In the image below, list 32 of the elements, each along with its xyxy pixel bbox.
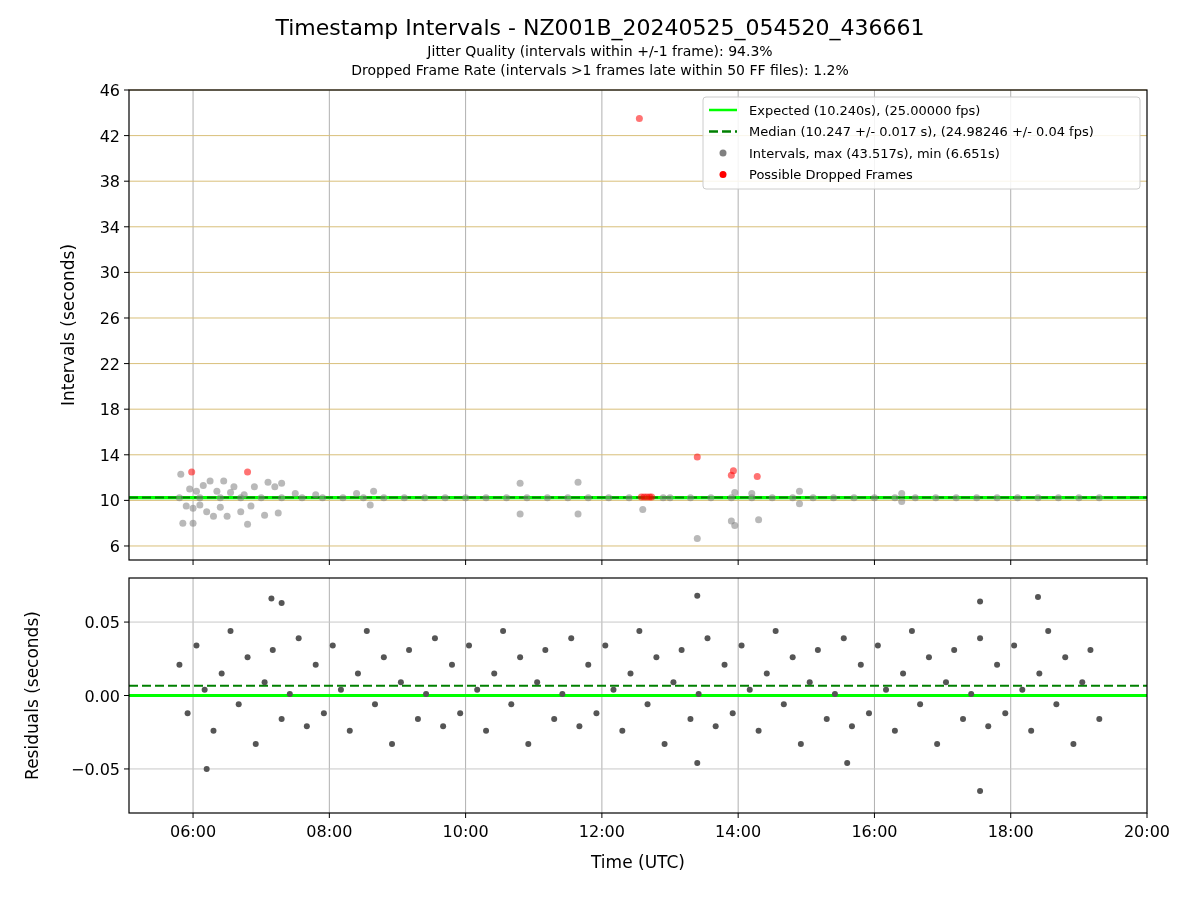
axis-tick-label: 20:00 — [1123, 822, 1171, 841]
legend-label: Median (10.247 +/- 0.017 s), (24.98246 +/- 0.04 fps) — [749, 124, 1094, 139]
axis-tick-label: 06:00 — [170, 822, 217, 841]
axis-tick-label: 34 — [99, 217, 120, 237]
axis-tick-label: 10:00 — [442, 822, 489, 841]
axis-tick-label: 46 — [99, 81, 120, 100]
axis-tick-label: 08:00 — [306, 822, 353, 841]
axis-tick-label: 0.05 — [84, 613, 120, 633]
axis-title: Intervals (seconds) — [58, 243, 78, 407]
axis-tick-label: 30 — [99, 263, 120, 283]
chart-subtitle: Dropped Frame Rate (intervals >1 frames late within 50 FF files): 1.2% — [351, 61, 849, 80]
legend-label: Intervals, max (43.517s), min (6.651s) — [749, 145, 1000, 161]
axis-tick-label: 14 — [99, 445, 120, 465]
axis-tick-label: 0.00 — [84, 686, 120, 706]
axis-tick-label: 6 — [109, 537, 120, 556]
axis-tick-label: 14:00 — [715, 822, 762, 841]
axis-tick-label: 12:00 — [578, 822, 625, 841]
axis-tick-label: 38 — [99, 172, 120, 192]
axis-tick-label: 22 — [99, 354, 120, 374]
legend-label: Possible Dropped Frames — [749, 167, 913, 182]
axis-tick-label: 16:00 — [851, 822, 898, 841]
axis-tick-label: 42 — [99, 126, 120, 146]
axis-title: Time (UTC) — [591, 852, 685, 872]
chart-subtitle: Jitter Quality (intervals within +/-1 frame): 94.3% — [427, 42, 773, 61]
chart-title: Timestamp Intervals - NZ001B_20240525_054520_436661 — [275, 14, 925, 42]
axis-tick-label: −0.05 — [70, 759, 120, 779]
axis-tick-label: 18:00 — [987, 822, 1034, 841]
legend-label: Expected (10.240s), (25.00000 fps) — [749, 102, 981, 118]
axis-title: Residuals (seconds) — [22, 611, 42, 780]
axis-tick-label: 18 — [99, 400, 120, 420]
axis-tick-label: 26 — [99, 309, 120, 328]
axis-tick-label: 10 — [99, 491, 120, 511]
